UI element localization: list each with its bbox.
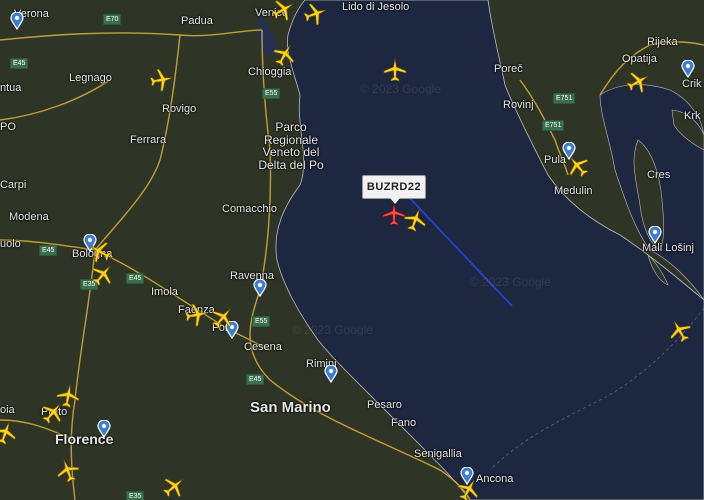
label-senigallia: Senigallia (414, 448, 462, 460)
airport-marker-icon[interactable] (648, 225, 662, 245)
road-shield: E45 (246, 374, 265, 385)
flight-tracker-map[interactable]: © 2023 Google © 2023 Google © 2023 Googl… (0, 0, 704, 500)
map-watermark: © 2023 Google (470, 275, 551, 289)
label-imola: Imola (151, 286, 178, 298)
airport-marker-icon[interactable] (681, 59, 695, 79)
label-modena: Modena (9, 211, 49, 223)
label-porec: Poreč (494, 63, 523, 75)
label-mali-losinj: Mali Lošinj (642, 242, 694, 254)
map-watermark: © 2023 Google (292, 323, 373, 337)
label-fano: Fano (391, 417, 417, 429)
road-shield: E55 (262, 88, 281, 99)
map-watermark: © 2023 Google (360, 82, 441, 96)
label-carpi: Carpi (0, 179, 27, 191)
label-crikvenica-partial: Crik (682, 78, 702, 90)
selected-flight-callsign[interactable]: BUZRD22 (362, 175, 426, 204)
road-shield: E45 (10, 58, 29, 69)
label-cesena: Cesena (244, 341, 282, 353)
road-shield: E70 (103, 14, 122, 25)
label-legnago: Legnago (69, 72, 112, 84)
airport-marker-icon[interactable] (10, 11, 24, 31)
label-pesaro: Pesaro (367, 399, 402, 411)
airplane-icon[interactable] (383, 58, 409, 84)
label-padua: Padua (181, 15, 213, 27)
label-opatija: Opatija (622, 53, 657, 65)
label-cres: Cres (647, 169, 671, 181)
road-shield: E45 (126, 273, 145, 284)
airport-marker-icon[interactable] (324, 364, 338, 384)
airplane-icon[interactable] (146, 66, 176, 96)
label-mantua-partial: ntua (0, 82, 22, 94)
label-comacchio: Comacchio (222, 203, 278, 215)
airport-marker-icon[interactable] (253, 278, 267, 298)
label-rijeka: Rijeka (647, 36, 678, 48)
selected-airplane-icon[interactable] (382, 202, 408, 228)
label-po-partial: PO (0, 121, 16, 133)
road-shield: E751 (542, 120, 565, 131)
label-ferrara: Ferrara (130, 134, 167, 146)
airplane-icon[interactable] (181, 301, 211, 331)
road-shield: E751 (553, 93, 576, 104)
road-shield: E55 (252, 316, 271, 327)
airport-marker-icon[interactable] (97, 419, 111, 439)
label-rovinj: Rovinj (503, 99, 534, 111)
label-medulin: Medulin (554, 185, 593, 197)
label-krk: Krk (684, 110, 701, 122)
label-lido: Lido di Jesolo (342, 1, 410, 13)
label-oia-partial: oia (0, 404, 15, 416)
label-san-marino: San Marino (250, 399, 331, 416)
label-uolo-partial: uolo (0, 238, 21, 250)
label-parco: Parco Regionale Veneto del Delta del Po (258, 120, 324, 172)
label-rovigo: Rovigo (162, 103, 197, 115)
road-shield: E45 (39, 245, 58, 256)
road-shield: E35 (126, 491, 145, 500)
